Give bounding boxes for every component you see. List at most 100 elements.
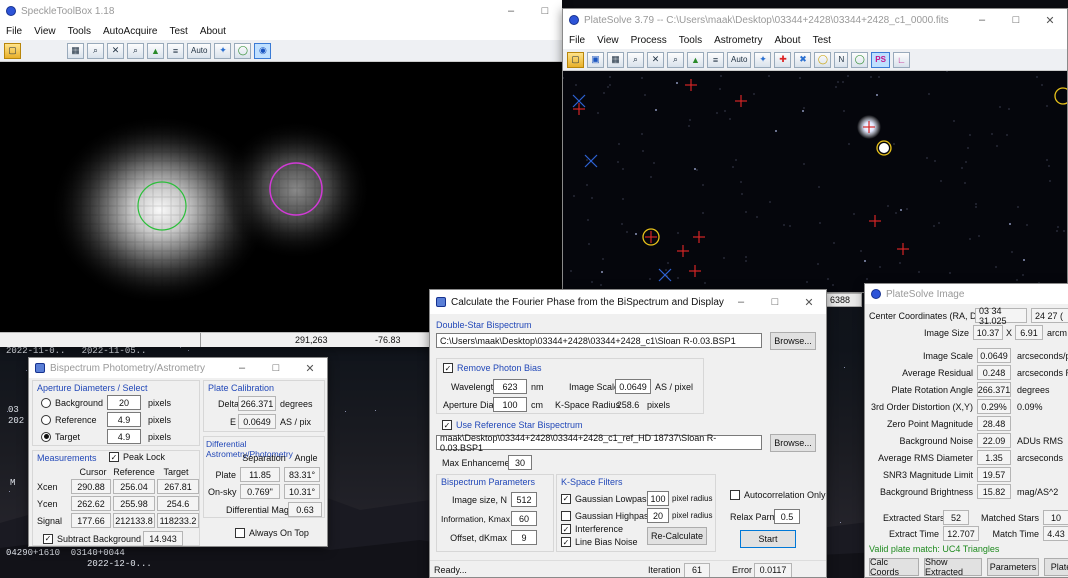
menu-astrometry[interactable]: Astrometry: [714, 35, 762, 46]
close-icon[interactable]: ✕: [293, 362, 327, 375]
star-select-icon[interactable]: ✦: [214, 42, 232, 59]
error-value: 0.0117: [754, 562, 792, 577]
red-cross-icon[interactable]: ✚: [774, 51, 792, 68]
menu-tools[interactable]: Tools: [679, 35, 702, 46]
close-icon[interactable]: ✕: [1033, 14, 1067, 27]
platesolve-button[interactable]: PS: [871, 51, 890, 68]
use-reference-checkbox[interactable]: ✓: [442, 420, 452, 430]
save-icon[interactable]: ▣: [587, 51, 604, 68]
plate-button[interactable]: Plate: [1044, 558, 1068, 576]
autocorrelation-only-checkbox[interactable]: [730, 490, 740, 500]
image-icon[interactable]: ▦: [67, 42, 84, 59]
zoom-icon[interactable]: ⌕: [87, 42, 104, 59]
star-select-icon[interactable]: ✦: [754, 51, 772, 68]
interference-checkbox[interactable]: ✓: [561, 524, 571, 534]
gaussian-highpass-checkbox[interactable]: [561, 510, 571, 521]
gaussian-lowpass-input[interactable]: 100: [647, 491, 669, 506]
always-on-top-checkbox[interactable]: [235, 528, 245, 538]
line-bias-noise-checkbox[interactable]: ✓: [561, 537, 571, 547]
reference-diameter-input[interactable]: 4.9: [107, 412, 141, 427]
start-button[interactable]: Start: [740, 530, 796, 548]
aperture-icon[interactable]: ◯: [234, 42, 252, 59]
stat-label: Plate Rotation Angle: [891, 384, 973, 395]
crosshair-icon[interactable]: ✕: [107, 42, 124, 59]
offset-dkmax-input[interactable]: 9: [511, 530, 537, 545]
aperture-icon[interactable]: ◯: [851, 51, 869, 68]
menu-about[interactable]: About: [774, 35, 800, 46]
target-icon[interactable]: ◉: [254, 42, 272, 59]
blue-cross-icon[interactable]: ✖: [794, 51, 812, 68]
minimize-icon[interactable]: –: [724, 296, 758, 308]
reference-browse-button[interactable]: Browse...: [770, 434, 816, 452]
menu-view[interactable]: View: [597, 35, 619, 46]
zoom-region-icon[interactable]: ⌕: [667, 51, 684, 68]
zoom-icon[interactable]: ⌕: [627, 51, 644, 68]
parameters-button[interactable]: Parameters: [987, 558, 1039, 576]
stretch-icon[interactable]: ≡: [167, 42, 184, 59]
minimize-icon[interactable]: –: [494, 5, 528, 17]
maximize-icon[interactable]: □: [999, 14, 1033, 26]
image-size-input[interactable]: 512: [511, 492, 537, 507]
maximize-icon[interactable]: □: [528, 5, 562, 17]
information-kmax-input[interactable]: 60: [511, 511, 537, 526]
faint-star: [694, 168, 696, 170]
menu-view[interactable]: View: [34, 26, 56, 37]
relax-parm-input[interactable]: 0.5: [774, 509, 800, 524]
platesolve-titlebar[interactable]: PlateSolve 3.79 -- C:\Users\maak\Desktop…: [563, 9, 1067, 31]
platesolve-star-field[interactable]: [563, 71, 1067, 292]
max-enhancement-input[interactable]: 30: [508, 455, 532, 470]
close-icon[interactable]: ✕: [792, 296, 826, 309]
menu-file[interactable]: File: [569, 35, 585, 46]
double-star-path-input[interactable]: C:\Users\maak\Desktop\03344+2428\03344+2…: [436, 333, 762, 348]
yellow-circle-icon[interactable]: ◯: [814, 51, 832, 68]
image-scale-input[interactable]: 0.0649: [615, 379, 651, 394]
menu-tools[interactable]: Tools: [68, 26, 91, 37]
target-radio[interactable]: [41, 431, 51, 442]
remove-photon-bias-checkbox[interactable]: ✓: [443, 363, 453, 373]
zoom-region-icon[interactable]: ⌕: [127, 42, 144, 59]
menu-process[interactable]: Process: [631, 35, 667, 46]
minimize-icon[interactable]: –: [965, 14, 999, 26]
menu-about[interactable]: About: [200, 26, 226, 37]
fourier-titlebar[interactable]: Calculate the Fourier Phase from the BiS…: [430, 290, 826, 314]
north-button[interactable]: N: [834, 51, 849, 68]
menu-test[interactable]: Test: [813, 35, 831, 46]
speckle-titlebar[interactable]: SpeckleToolBox 1.18 – □: [0, 0, 562, 22]
wavelength-input[interactable]: 623: [493, 379, 527, 394]
gaussian-highpass-input[interactable]: 20: [647, 508, 669, 523]
reference-radio[interactable]: [41, 414, 51, 425]
chart-icon[interactable]: ∟: [892, 51, 910, 68]
crosshair-icon[interactable]: ✕: [647, 51, 664, 68]
aperture-diam-input[interactable]: 100: [493, 397, 527, 412]
faint-star: [1023, 259, 1025, 261]
subtract-background-checkbox[interactable]: ✓: [43, 533, 53, 544]
open-folder-icon[interactable]: ▢: [567, 51, 584, 68]
app-icon: [871, 289, 881, 299]
star-field-canvas: [563, 71, 1067, 292]
image-icon[interactable]: ▦: [607, 51, 624, 68]
background-radio[interactable]: [41, 397, 51, 408]
recalculate-button[interactable]: Re-Calculate: [647, 527, 707, 545]
target-diameter-input[interactable]: 4.9: [107, 429, 141, 444]
histogram-icon[interactable]: ▲: [687, 51, 704, 68]
maximize-icon[interactable]: □: [259, 362, 293, 374]
show-extracted-button[interactable]: Show Extracted: [924, 557, 982, 577]
psimage-titlebar[interactable]: PlateSolve Image: [865, 284, 1068, 304]
bp-titlebar[interactable]: Bispectrum Photometry/Astrometry – □ ✕: [29, 358, 327, 378]
stretch-icon[interactable]: ≡: [707, 51, 724, 68]
background-diameter-input[interactable]: 20: [107, 395, 141, 410]
auto-button[interactable]: Auto: [187, 42, 212, 59]
menu-autoacquire[interactable]: AutoAcquire: [103, 26, 157, 37]
double-star-browse-button[interactable]: Browse...: [770, 332, 816, 350]
histogram-icon[interactable]: ▲: [147, 42, 164, 59]
peak-lock-checkbox[interactable]: ✓: [109, 452, 119, 462]
maximize-icon[interactable]: □: [758, 296, 792, 308]
minimize-icon[interactable]: –: [225, 362, 259, 374]
open-folder-icon[interactable]: ▢: [4, 42, 21, 59]
reference-path-input[interactable]: maak\Desktop\03344+2428\03344+2428_c1_re…: [436, 433, 762, 453]
menu-file[interactable]: File: [6, 26, 22, 37]
calc-coords-button[interactable]: Calc Coords: [869, 557, 919, 577]
gaussian-lowpass-checkbox[interactable]: ✓: [561, 493, 571, 504]
menu-test[interactable]: Test: [169, 26, 187, 37]
auto-button[interactable]: Auto: [727, 51, 752, 68]
